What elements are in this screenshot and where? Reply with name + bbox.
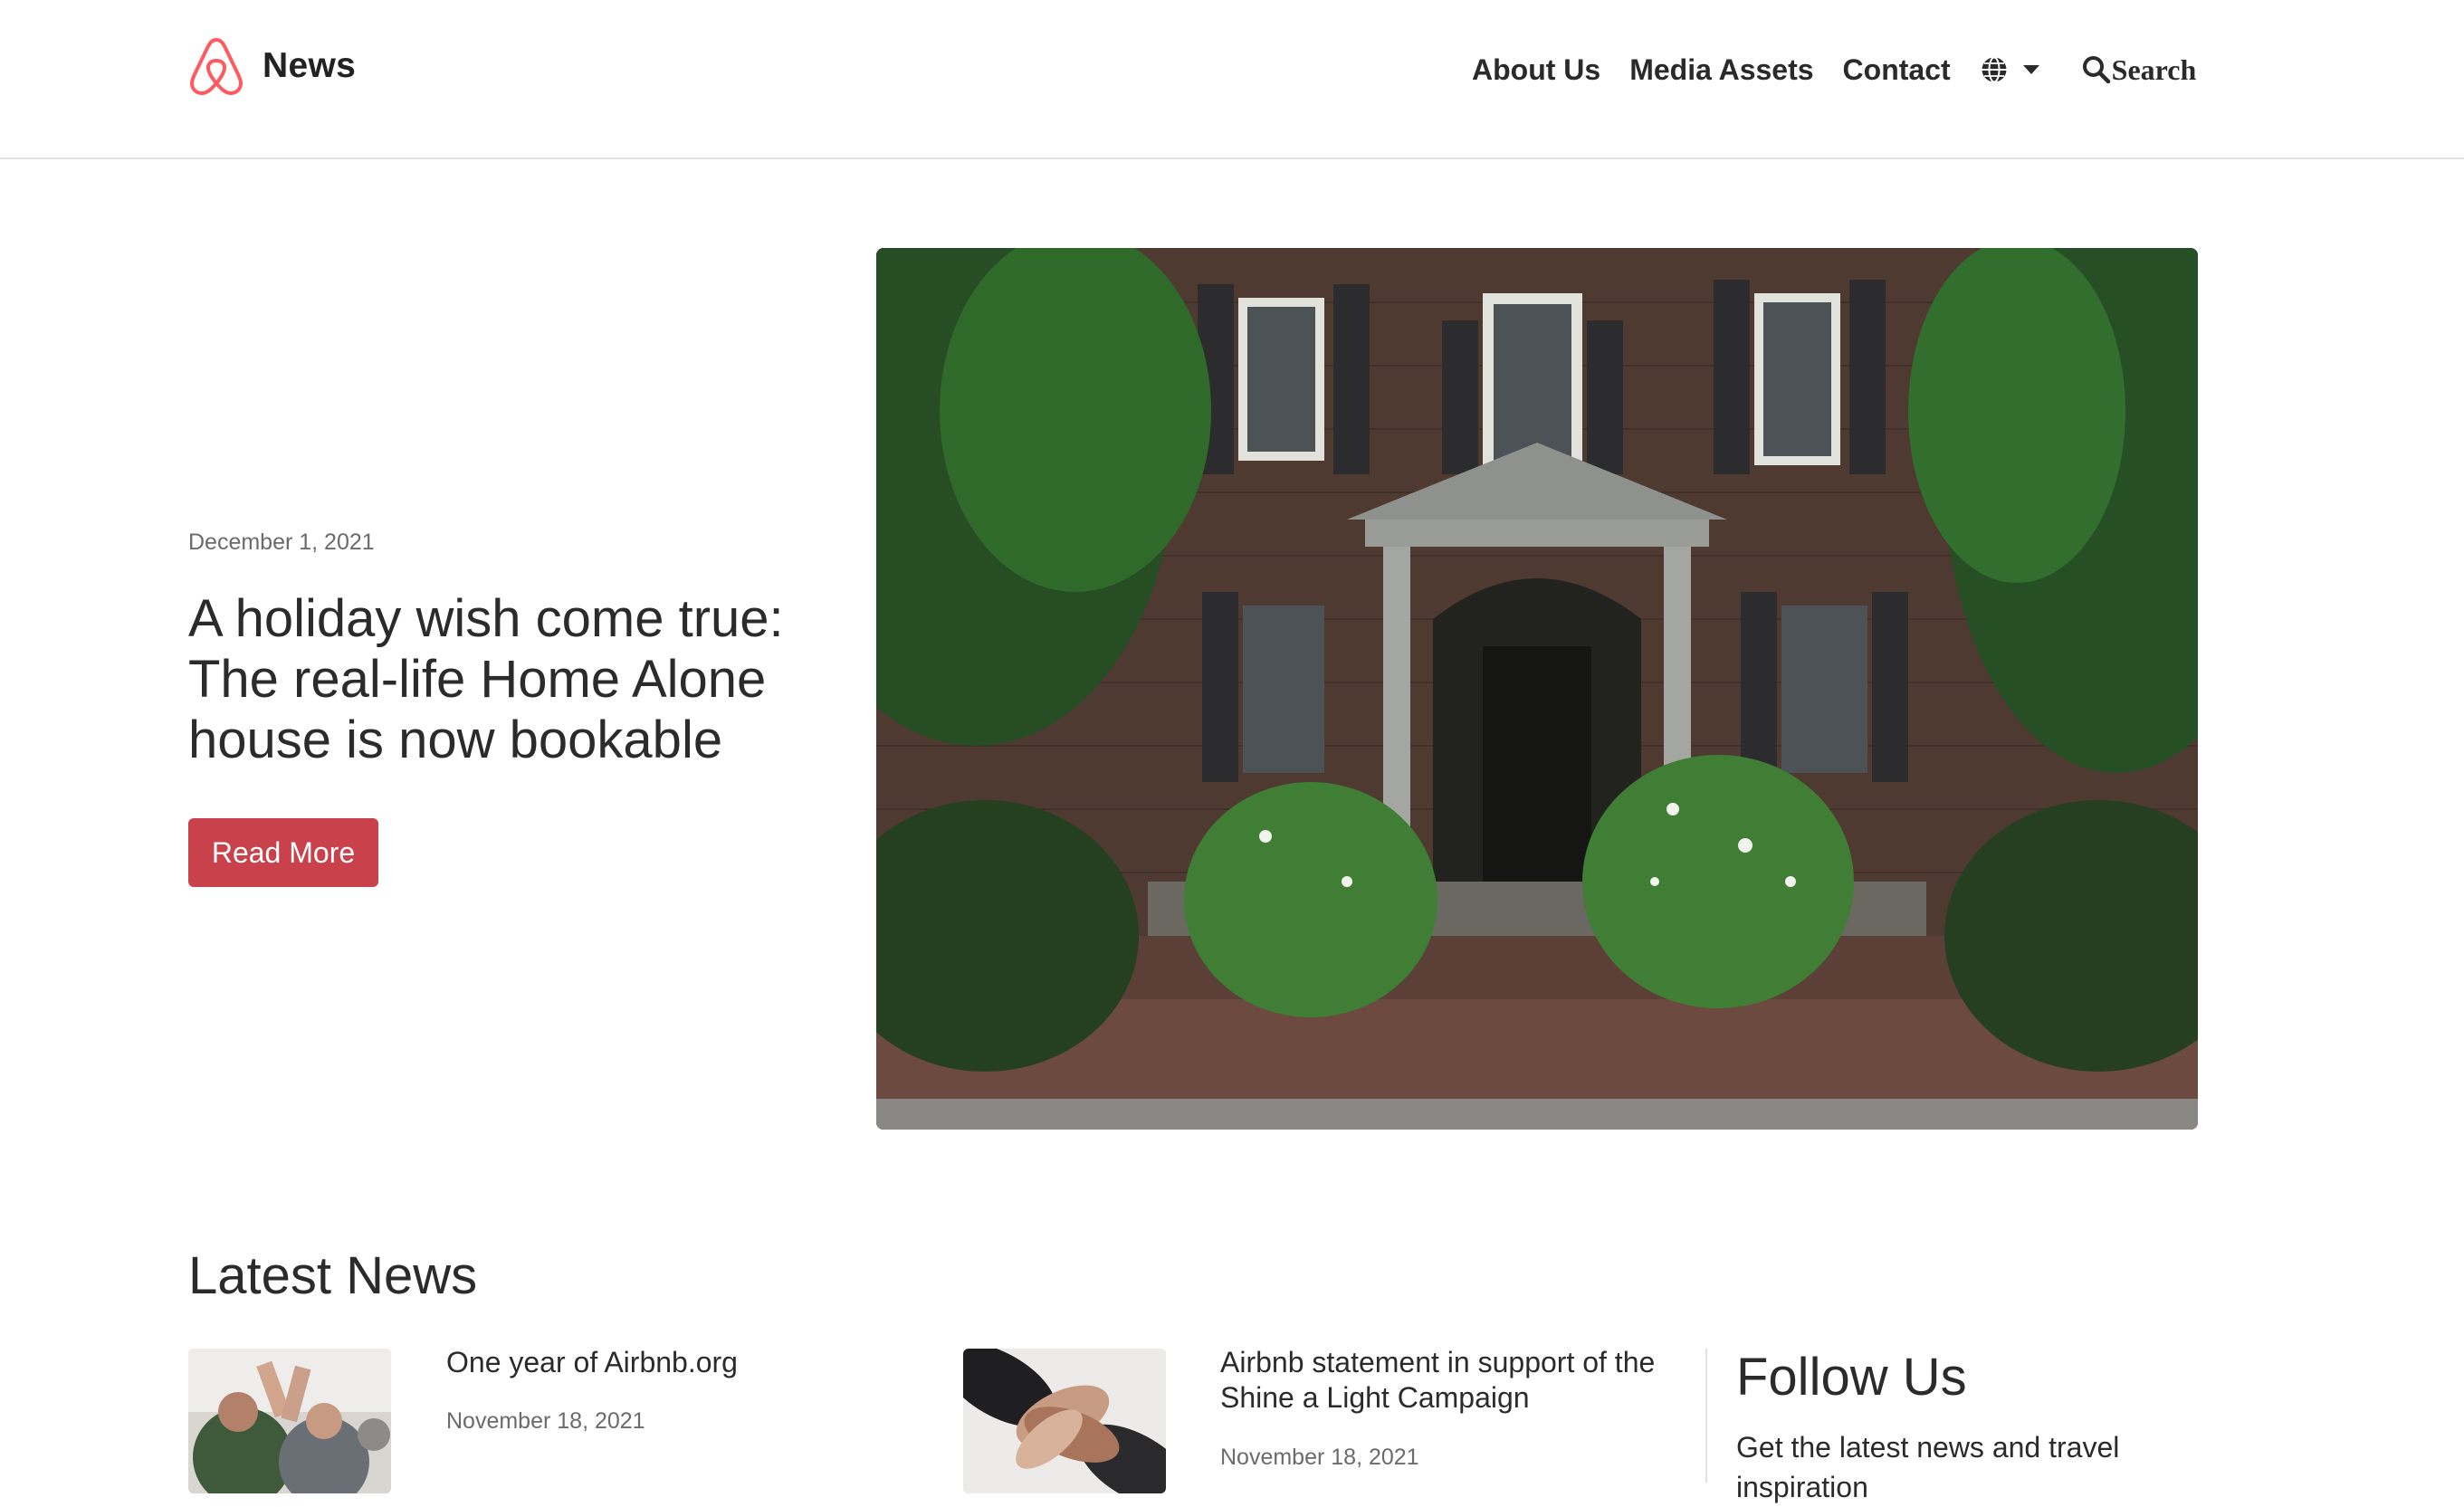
hero-date: December 1, 2021: [188, 529, 375, 555]
hero-image[interactable]: [876, 248, 2198, 1130]
news-item-title[interactable]: One year of Airbnb.org: [446, 1345, 845, 1380]
follow-us-text: Get the latest news and travel inspirati…: [1736, 1431, 2120, 1503]
news-thumbnail[interactable]: [188, 1349, 391, 1493]
news-item-date: November 18, 2021: [1220, 1445, 1419, 1470]
nav-about-us[interactable]: About Us: [1472, 53, 1600, 87]
search-label: Search: [2111, 52, 2197, 86]
hero-title[interactable]: A holiday wish come true: The real-life …: [188, 588, 822, 770]
chevron-down-icon: [2022, 65, 2039, 74]
globe-icon: [1980, 55, 2009, 84]
read-more-button[interactable]: Read More: [188, 818, 378, 887]
news-item-date: November 18, 2021: [446, 1408, 645, 1434]
search-icon: [2081, 54, 2112, 85]
brand-name: News: [263, 46, 357, 85]
search-button[interactable]: Search: [2081, 52, 2197, 87]
sidebar-divider: [1705, 1349, 1707, 1483]
news-item-title[interactable]: Airbnb statement in support of the Shine…: [1220, 1345, 1673, 1416]
airbnb-logo-icon: [188, 36, 244, 96]
nav-media-assets[interactable]: Media Assets: [1629, 53, 1813, 87]
brand-link[interactable]: News: [188, 36, 356, 96]
language-dropdown[interactable]: [1980, 55, 2039, 84]
main-nav: About Us Media Assets Contact Search: [1472, 47, 2196, 92]
nav-contact[interactable]: Contact: [1843, 53, 1951, 87]
latest-news-heading: Latest News: [188, 1246, 478, 1305]
site-header: News About Us Media Assets Contact Searc…: [0, 0, 2464, 159]
news-thumbnail[interactable]: [963, 1349, 1166, 1493]
follow-us-heading: Follow Us: [1736, 1348, 1967, 1407]
